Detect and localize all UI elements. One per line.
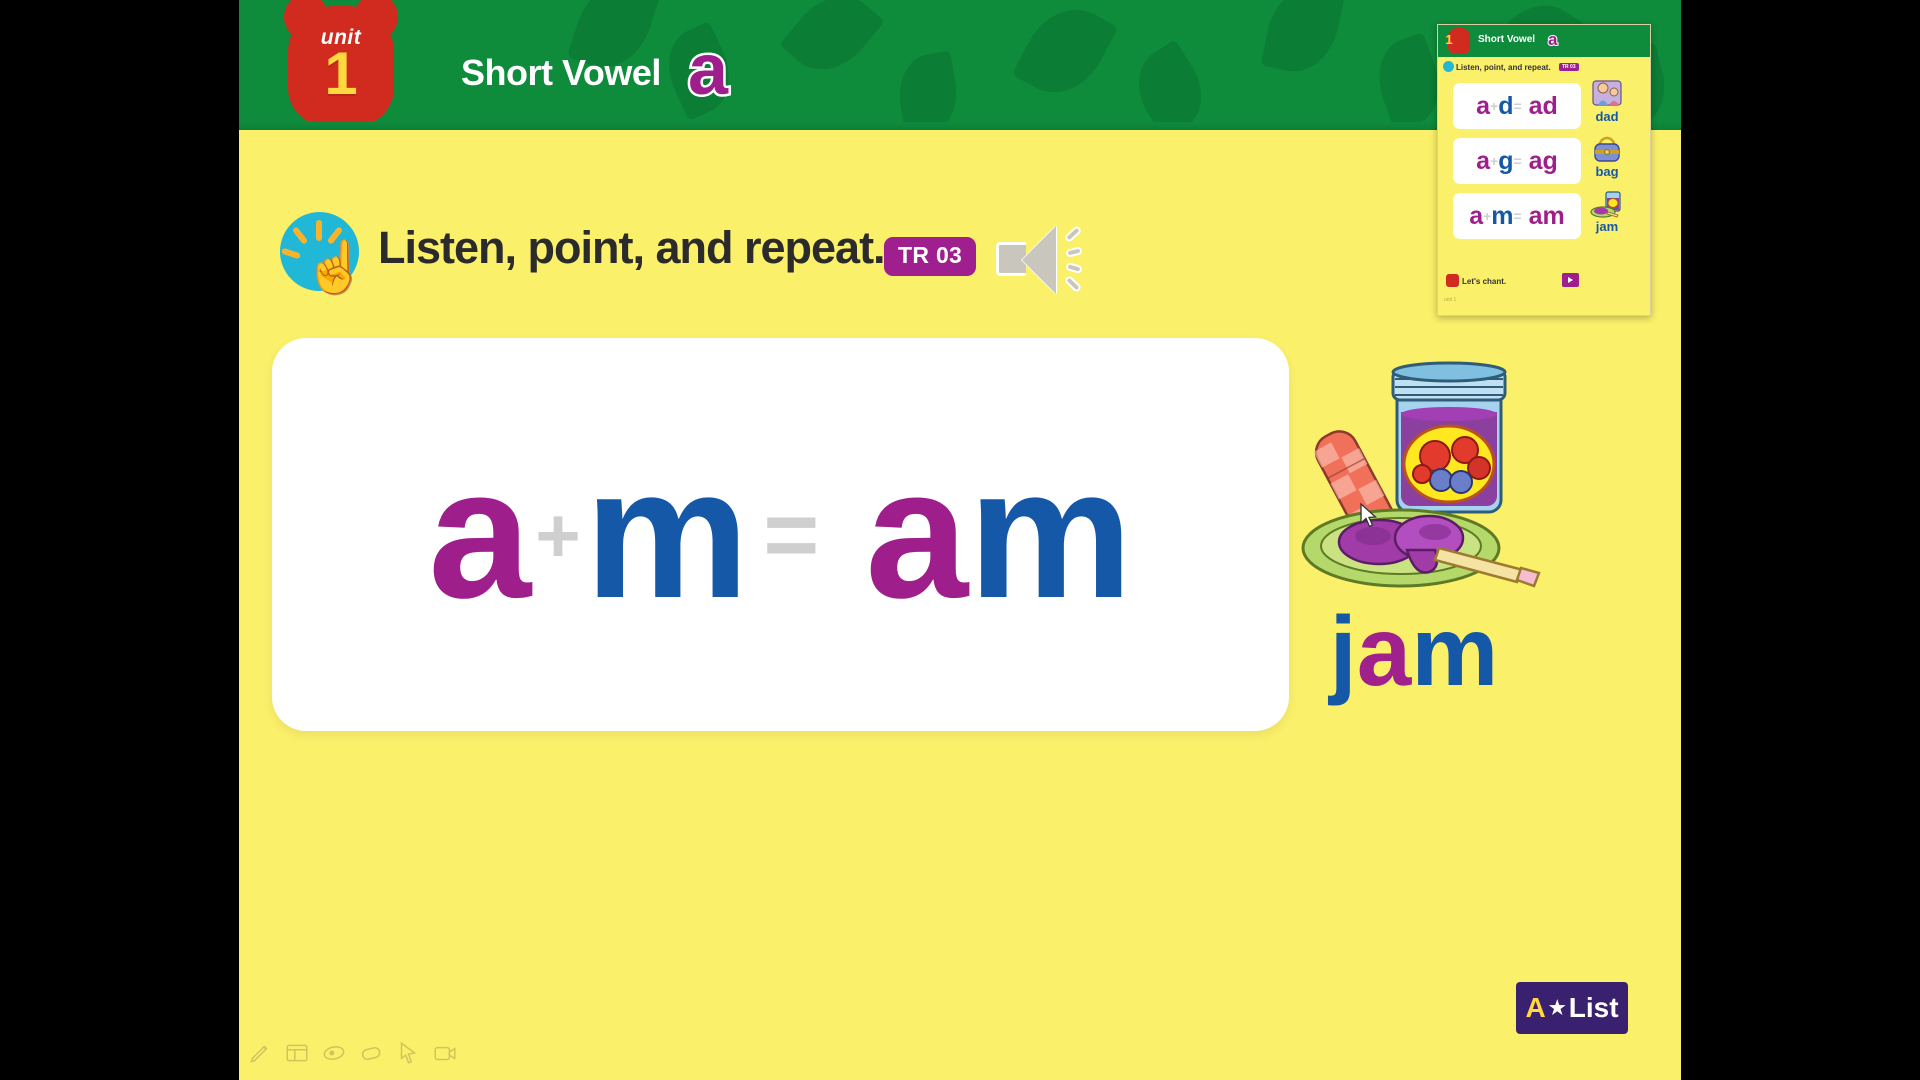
sound-wave [1065, 261, 1083, 275]
word-letter-a: a [1356, 596, 1412, 706]
sound-wave [1065, 246, 1083, 258]
thumbnail-vowel: a [1547, 29, 1559, 50]
thumb-letter-1: a [1469, 201, 1484, 230]
sound-wave [1063, 274, 1083, 294]
jam-jar-illustration[interactable] [1289, 352, 1549, 592]
thumbnail-page-label: unit 1 [1444, 297, 1457, 303]
jam-icon [1590, 191, 1621, 218]
word-letter-m: m [1411, 596, 1499, 706]
letter-equation: a + m = a m [272, 338, 1289, 731]
ray [281, 247, 301, 260]
thumbnail-row-2[interactable]: a + g = ag [1453, 138, 1581, 184]
highlighter-tool[interactable] [321, 1040, 347, 1066]
header-vowel-glyph: a [685, 29, 730, 110]
word-build-card[interactable]: a + m = a m [272, 338, 1289, 731]
leaf-decoration [1011, 0, 1119, 109]
thumbnail-equation: a + d = ad [1453, 83, 1581, 129]
annotation-toolbar [239, 1034, 1681, 1072]
equation-letter-a[interactable]: a [428, 442, 531, 627]
page-title: Short Vowel [461, 52, 661, 93]
ray [316, 220, 322, 241]
thumbnail-row-3[interactable]: a + m = am [1453, 193, 1581, 239]
thumbnail-track-badge: TR 03 [1559, 63, 1579, 71]
sound-wave [1063, 225, 1083, 243]
thumb-letter-2: d [1498, 91, 1514, 120]
speaker-icon[interactable] [996, 224, 1088, 296]
thumbnail-hand-icon [1443, 61, 1454, 72]
vocabulary-block: jam [1289, 352, 1619, 772]
bag-icon [1594, 136, 1620, 162]
thumb-plus: + [1483, 208, 1492, 224]
thumbnail-word-1: dad [1582, 109, 1632, 124]
plus-operator: + [535, 490, 581, 579]
tw1: dad [1595, 109, 1619, 124]
page-thumbnail-preview[interactable]: 1 Short Vowel a Listen, point, and repea… [1437, 24, 1651, 316]
header-vowel-letter: a [671, 29, 745, 110]
thumb-letter-2: g [1498, 146, 1514, 175]
pointer-tool[interactable] [395, 1040, 421, 1066]
camera-tool[interactable] [432, 1040, 458, 1066]
unit-badge: unit 1 [276, 0, 406, 128]
thumbnail-title: Short Vowel [1478, 34, 1536, 45]
thumb-plus: + [1490, 153, 1499, 169]
thumbnail-instruction: Listen, point, and repeat. [1456, 63, 1551, 72]
unit-number: 1 [324, 40, 358, 107]
thumb-result: ag [1528, 146, 1558, 175]
pen-tool[interactable] [247, 1040, 273, 1066]
speaker-cone [1022, 226, 1056, 294]
thumb-result: ad [1528, 91, 1558, 120]
instruction-text: Listen, point, and repeat. [378, 222, 886, 273]
thumbnail-chant-label: Let's chant. [1462, 277, 1507, 286]
thumb-plus: + [1490, 98, 1499, 114]
result-letter-a[interactable]: a [865, 442, 968, 627]
word-letter-j: j [1329, 596, 1357, 706]
thumb-letter-1: a [1476, 146, 1491, 175]
eraser-tool[interactable] [358, 1040, 384, 1066]
dad-icon [1592, 80, 1622, 106]
alist-logo[interactable]: A ★ List [1516, 982, 1628, 1034]
logo-word: List [1568, 992, 1619, 1023]
thumb-equals: = [1513, 208, 1522, 224]
leaf-decoration [779, 0, 885, 88]
equals-operator: = [763, 480, 820, 588]
thumbnail-word-3: jam [1582, 219, 1632, 234]
thumbnail-unit-number: 1 [1445, 32, 1453, 47]
pointing-hand-icon: ☝ [280, 212, 366, 292]
thumb-equals: = [1513, 98, 1522, 114]
logo-letter-a: A [1525, 992, 1546, 1023]
leaf-decoration [892, 50, 964, 130]
hand-glyph: ☝ [304, 239, 367, 295]
screen: unit 1 Short Vowel a ☝ Listen, point, an… [0, 0, 1920, 1080]
screen-tool[interactable] [284, 1040, 310, 1066]
track-badge[interactable]: TR 03 [884, 237, 977, 276]
tw2: bag [1595, 164, 1619, 179]
thumbnail-word-2: bag [1582, 164, 1632, 179]
thumbnail-equation: a + g = ag [1453, 138, 1581, 184]
vocabulary-word: jam [1289, 602, 1539, 700]
thumb-equals: = [1513, 153, 1522, 169]
thumbnail-equation: a + m = am [1453, 193, 1581, 239]
thumbnail-robot-icon [1446, 274, 1459, 287]
thumb-letter-2: m [1491, 201, 1514, 230]
result-letter-m[interactable]: m [968, 442, 1133, 627]
equation-letter-m[interactable]: m [585, 442, 750, 627]
leaf-decoration [1260, 0, 1346, 80]
thumb-result: am [1528, 201, 1565, 230]
thumbnail-video-icon [1562, 273, 1579, 287]
leaf-decoration [1122, 39, 1218, 130]
tw3: jam [1595, 219, 1619, 234]
thumb-letter-1: a [1476, 91, 1491, 120]
logo-star-icon: ★ [1548, 997, 1566, 1019]
thumbnail-row-1[interactable]: a + d = ad [1453, 83, 1581, 129]
